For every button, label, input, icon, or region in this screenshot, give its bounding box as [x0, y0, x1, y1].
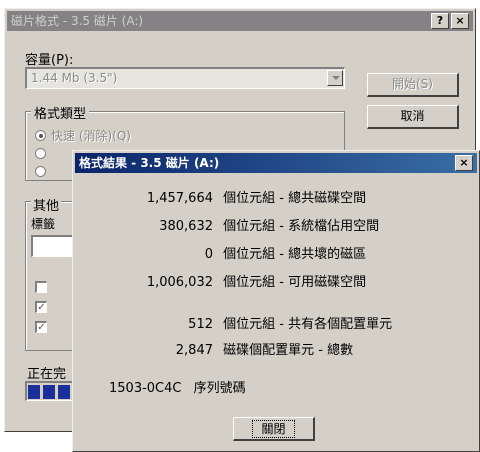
result-row-available: 1,006,032 個位元組 - 可用磁碟空間	[146, 275, 367, 290]
other-label: 其他	[31, 195, 62, 214]
capacity-select[interactable]: 1.44 Mb (3.5")	[25, 67, 345, 89]
radio-quick[interactable]	[35, 130, 46, 141]
close-icon[interactable]: ×	[451, 13, 469, 29]
result-row-cluster-size: 512 個位元組 - 共有各個配置單元	[188, 317, 393, 332]
chevron-down-icon[interactable]	[327, 70, 343, 86]
serial-value: 1503-0C4C	[109, 381, 182, 396]
radio-full[interactable]	[35, 148, 46, 159]
progress-label: 正在完	[27, 367, 67, 382]
results-dialog-title: 格式結果 - 3.5 磁片 (A:)	[79, 156, 220, 170]
format-type-label: 格式類型	[31, 103, 90, 122]
result-row-bad: 0 個位元組 - 總共壞的磁區	[204, 247, 367, 262]
progress-block	[43, 385, 55, 399]
results-dialog-titlebar[interactable]: 格式結果 - 3.5 磁片 (A:)	[75, 153, 477, 173]
results-close-icon[interactable]: ×	[455, 155, 473, 171]
radio-quick-label: 快速 (消除)(Q)	[51, 129, 131, 143]
capacity-label: 容量(P):	[25, 53, 74, 68]
result-row-total: 1,457,664 個位元組 - 總共磁碟空間	[146, 191, 367, 206]
radio-copy-system[interactable]	[35, 166, 46, 177]
format-dialog-title: 磁片格式 - 3.5 磁片 (A:)	[11, 14, 144, 28]
no-label-checkbox[interactable]	[35, 281, 47, 293]
progress-block	[28, 385, 40, 399]
result-row-cluster-count: 2,847 磁碟個配置單元 - 總數	[175, 343, 354, 358]
start-button[interactable]: 開始(S)	[367, 73, 459, 97]
help-button[interactable]: ?	[431, 13, 449, 29]
serial-number: 1503-0C4C 序列號碼	[109, 377, 246, 396]
label-field-label: 標籤	[31, 217, 56, 231]
close-button[interactable]: 關閉	[233, 417, 315, 441]
result-row-system: 380,632 個位元組 - 系統檔佔用空間	[159, 219, 380, 234]
cancel-button[interactable]: 取消	[367, 105, 459, 129]
capacity-value: 1.44 Mb (3.5")	[31, 71, 118, 85]
results-dialog: 格式結果 - 3.5 磁片 (A:) × 1,457,664 個位元組 - 總共…	[72, 150, 480, 452]
display-summary-checkbox[interactable]: ✓	[35, 301, 47, 313]
progress-block	[58, 385, 70, 399]
copy-system-checkbox[interactable]: ✓	[35, 321, 47, 333]
format-dialog-titlebar[interactable]: 磁片格式 - 3.5 磁片 (A:)	[7, 11, 473, 31]
serial-label: 序列號碼	[193, 381, 246, 396]
